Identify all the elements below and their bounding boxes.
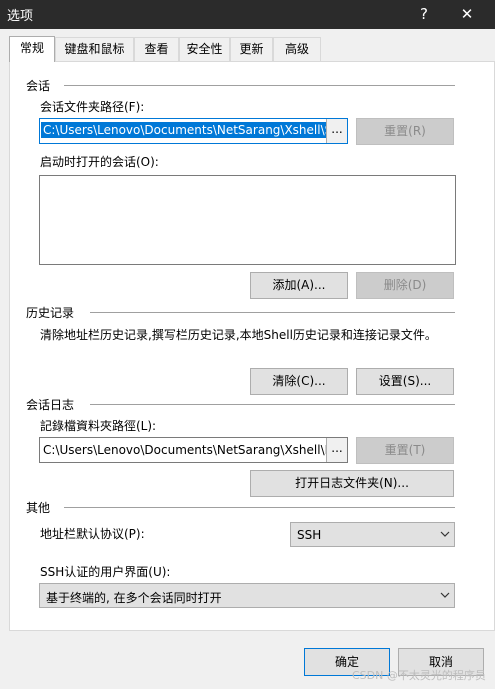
default-protocol-select[interactable]: SSH xyxy=(290,522,455,547)
session-folder-reset-button[interactable]: 重置(R) xyxy=(356,118,454,145)
tab-update[interactable]: 更新 xyxy=(230,37,273,61)
default-protocol-value: SSH xyxy=(297,528,322,542)
group-title-session: 会话 xyxy=(26,79,51,93)
ssh-auth-ui-select[interactable]: 基于终端的, 在多个会话同时打开 xyxy=(39,583,455,608)
group-title-history: 历史记录 xyxy=(26,306,75,320)
window-title: 选项 xyxy=(7,9,34,24)
tab-advanced[interactable]: 高级 xyxy=(273,37,321,61)
session-folder-label: 会话文件夹路径(F): xyxy=(40,100,145,114)
session-folder-value: C:\Users\Lenovo\Documents\NetSarang\Xshe… xyxy=(41,122,342,138)
group-separator xyxy=(64,85,455,86)
title-bar: 选项 ? ✕ xyxy=(0,0,495,29)
log-folder-value: C:\Users\Lenovo\Documents\NetSarang\Xshe… xyxy=(43,443,339,457)
default-protocol-label: 地址栏默认协议(P): xyxy=(40,527,145,541)
watermark-text: CSDN @不太灵光的程序员 xyxy=(352,669,486,682)
tab-general[interactable]: 常规 xyxy=(9,36,55,62)
tab-security[interactable]: 安全性 xyxy=(179,37,230,61)
log-folder-reset-button[interactable]: 重置(T) xyxy=(356,437,454,464)
history-settings-button[interactable]: 设置(S)... xyxy=(356,368,454,395)
group-title-session-log: 会话日志 xyxy=(26,398,75,412)
chevron-down-icon xyxy=(440,531,450,537)
delete-session-button[interactable]: 删除(D) xyxy=(356,272,454,299)
close-icon[interactable]: ✕ xyxy=(455,2,479,26)
group-title-other: 其他 xyxy=(26,501,51,515)
log-folder-input[interactable]: C:\Users\Lenovo\Documents\NetSarang\Xshe… xyxy=(39,437,348,463)
history-description: 清除地址栏历史记录,撰写栏历史记录,本地Shell历史记录和连接记录文件。 xyxy=(40,328,437,342)
add-session-button[interactable]: 添加(A)... xyxy=(250,272,348,299)
session-folder-input[interactable]: C:\Users\Lenovo\Documents\NetSarang\Xshe… xyxy=(39,118,348,144)
startup-sessions-label: 启动时打开的会话(O): xyxy=(40,155,159,169)
chevron-down-icon xyxy=(440,592,450,598)
tab-keyboard-mouse[interactable]: 键盘和鼠标 xyxy=(55,37,134,61)
log-folder-label: 記錄檔資料夾路徑(L): xyxy=(40,419,157,433)
session-folder-browse-button[interactable]: ... xyxy=(326,119,347,143)
help-icon[interactable]: ? xyxy=(413,3,435,25)
startup-sessions-list[interactable] xyxy=(39,175,456,265)
clear-history-button[interactable]: 清除(C)... xyxy=(250,368,348,395)
ssh-auth-ui-label: SSH认证的用户界面(U): xyxy=(40,565,171,579)
group-separator xyxy=(90,404,455,405)
log-folder-browse-button[interactable]: ... xyxy=(326,438,347,462)
group-separator xyxy=(64,507,455,508)
group-separator xyxy=(90,312,455,313)
open-log-folder-button[interactable]: 打开日志文件夹(N)... xyxy=(250,470,454,497)
ssh-auth-ui-value: 基于终端的, 在多个会话同时打开 xyxy=(46,591,222,605)
tab-view[interactable]: 查看 xyxy=(134,37,179,61)
